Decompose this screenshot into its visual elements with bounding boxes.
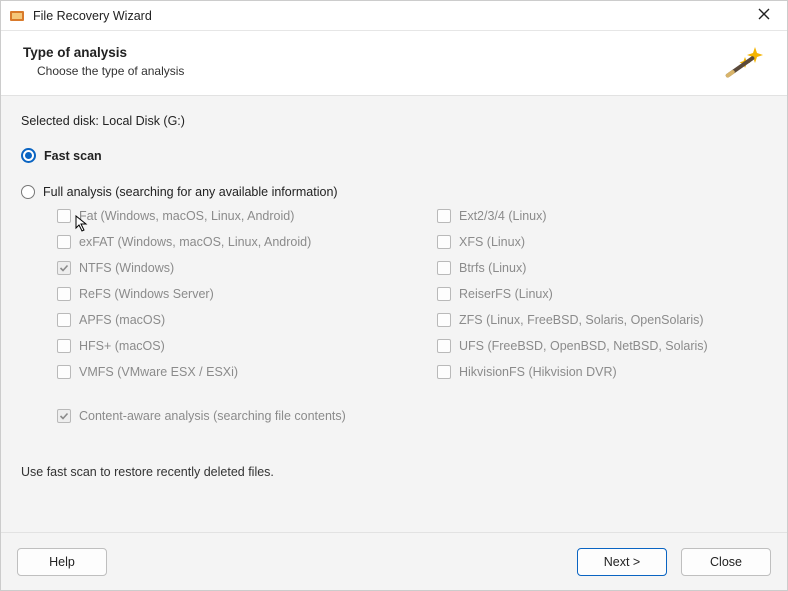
checkbox-label: Ext2/3/4 (Linux) [459, 209, 547, 223]
checkbox-fat[interactable]: Fat (Windows, macOS, Linux, Android) [57, 209, 437, 223]
checkbox-label: VMFS (VMware ESX / ESXi) [79, 365, 238, 379]
selected-disk-label: Selected disk: Local Disk (G:) [21, 114, 767, 128]
checkbox-ntfs[interactable]: NTFS (Windows) [57, 261, 437, 275]
checkbox-label: Fat (Windows, macOS, Linux, Android) [79, 209, 294, 223]
checkbox-icon [57, 287, 71, 301]
checkbox-btrfs[interactable]: Btrfs (Linux) [437, 261, 767, 275]
close-button[interactable] [749, 8, 779, 23]
checkbox-label: ReiserFS (Linux) [459, 287, 553, 301]
checkbox-icon [437, 313, 451, 327]
checkbox-apfs[interactable]: APFS (macOS) [57, 313, 437, 327]
help-button[interactable]: Help [17, 548, 107, 576]
radio-icon [21, 185, 35, 199]
checkbox-icon [437, 339, 451, 353]
page-subtitle: Choose the type of analysis [37, 64, 184, 78]
checkbox-icon [437, 287, 451, 301]
checkbox-label: Btrfs (Linux) [459, 261, 526, 275]
radio-full-analysis-label: Full analysis (searching for any availab… [43, 185, 338, 199]
checkbox-icon [437, 365, 451, 379]
checkbox-icon [57, 209, 71, 223]
checkbox-zfs[interactable]: ZFS (Linux, FreeBSD, Solaris, OpenSolari… [437, 313, 767, 327]
checkbox-label: Content-aware analysis (searching file c… [79, 409, 346, 423]
checkbox-icon [437, 209, 451, 223]
radio-full-analysis[interactable]: Full analysis (searching for any availab… [21, 185, 767, 199]
checkbox-icon [57, 339, 71, 353]
checkbox-icon [437, 235, 451, 249]
checkbox-label: HikvisionFS (Hikvision DVR) [459, 365, 617, 379]
heading-text: Type of analysis Choose the type of anal… [23, 45, 184, 78]
checkbox-icon [57, 235, 71, 249]
checkbox-vmfs[interactable]: VMFS (VMware ESX / ESXi) [57, 365, 437, 379]
next-button[interactable]: Next > [577, 548, 667, 576]
checkbox-label: HFS+ (macOS) [79, 339, 165, 353]
checkbox-icon [437, 261, 451, 275]
checkbox-reiserfs[interactable]: ReiserFS (Linux) [437, 287, 767, 301]
hint-text: Use fast scan to restore recently delete… [21, 465, 767, 479]
checkbox-label: XFS (Linux) [459, 235, 525, 249]
checkbox-icon [57, 365, 71, 379]
close-button-footer[interactable]: Close [681, 548, 771, 576]
page-title: Type of analysis [23, 45, 184, 60]
checkbox-icon [57, 409, 71, 423]
checkbox-ext[interactable]: Ext2/3/4 (Linux) [437, 209, 767, 223]
app-icon [9, 8, 25, 24]
checkbox-xfs[interactable]: XFS (Linux) [437, 235, 767, 249]
checkbox-label: ZFS (Linux, FreeBSD, Solaris, OpenSolari… [459, 313, 704, 327]
wizard-window: File Recovery Wizard Type of analysis Ch… [0, 0, 788, 591]
body: Selected disk: Local Disk (G:) Fast scan… [1, 96, 787, 532]
checkbox-hfsplus[interactable]: HFS+ (macOS) [57, 339, 437, 353]
checkbox-label: APFS (macOS) [79, 313, 165, 327]
checkbox-hikvisionfs[interactable]: HikvisionFS (Hikvision DVR) [437, 365, 767, 379]
wand-icon [721, 45, 765, 85]
footer: Help Next > Close [1, 532, 787, 590]
checkbox-label: exFAT (Windows, macOS, Linux, Android) [79, 235, 311, 249]
checkbox-label: UFS (FreeBSD, OpenBSD, NetBSD, Solaris) [459, 339, 708, 353]
checkbox-icon [57, 261, 71, 275]
checkbox-exfat[interactable]: exFAT (Windows, macOS, Linux, Android) [57, 235, 437, 249]
checkbox-content-aware[interactable]: Content-aware analysis (searching file c… [57, 409, 767, 423]
radio-fast-scan[interactable]: Fast scan [21, 148, 767, 163]
checkbox-refs[interactable]: ReFS (Windows Server) [57, 287, 437, 301]
checkbox-icon [57, 313, 71, 327]
titlebar: File Recovery Wizard [1, 1, 787, 31]
header: Type of analysis Choose the type of anal… [1, 31, 787, 96]
checkbox-ufs[interactable]: UFS (FreeBSD, OpenBSD, NetBSD, Solaris) [437, 339, 767, 353]
window-title: File Recovery Wizard [33, 9, 749, 23]
filesystem-options: Fat (Windows, macOS, Linux, Android) Ext… [57, 209, 767, 379]
checkbox-label: NTFS (Windows) [79, 261, 174, 275]
checkbox-label: ReFS (Windows Server) [79, 287, 214, 301]
radio-icon [21, 148, 36, 163]
radio-fast-scan-label: Fast scan [44, 149, 102, 163]
